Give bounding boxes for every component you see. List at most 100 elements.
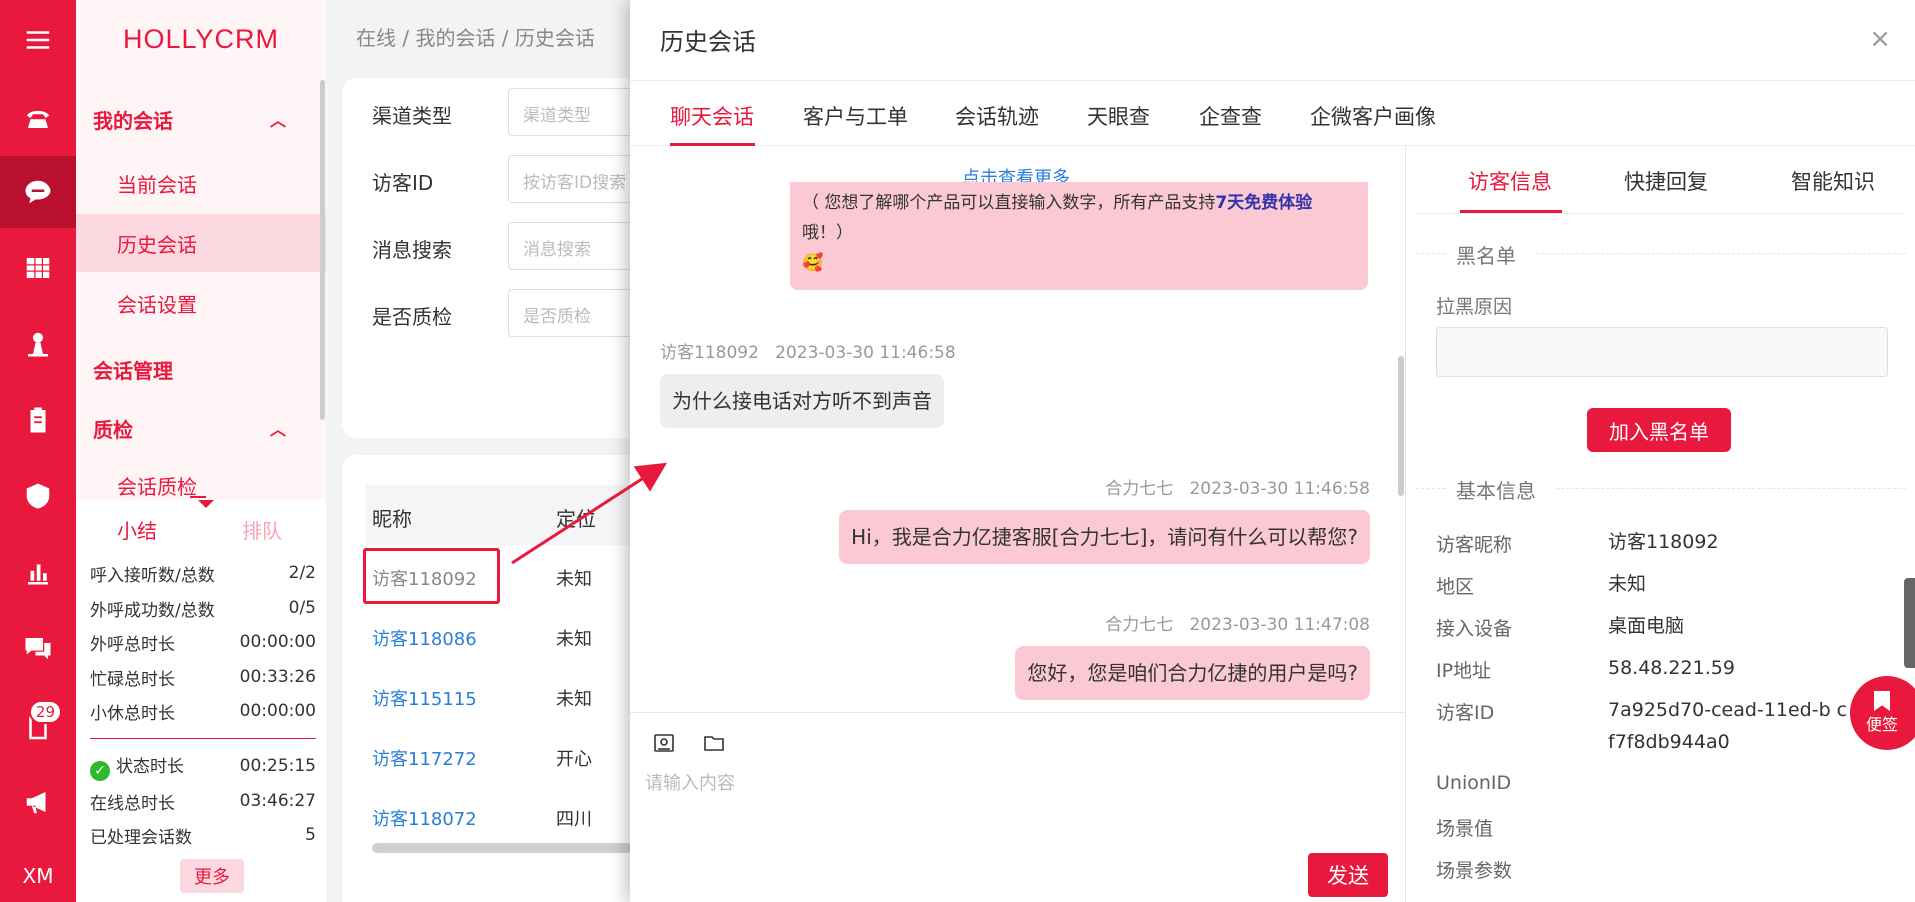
stat-row: 外呼总时长 00:00:00 xyxy=(90,632,316,655)
field-value: 桌面电脑 xyxy=(1608,615,1685,637)
stats-panel: 小结 排队 呼入接听数/总数 2/2 外呼成功数/总数 0/5 外呼总时长 00:00… xyxy=(76,496,326,902)
field-label: 接入设备 xyxy=(1436,618,1513,640)
menu-group-session-management[interactable]: 会话管理 xyxy=(76,344,326,394)
field-label: 场景值 xyxy=(1436,818,1494,840)
field-label: 访客昵称 xyxy=(1436,534,1513,556)
menu-group-quality[interactable]: 质检 ︿ xyxy=(76,403,326,453)
collapse-caret-icon[interactable] xyxy=(198,500,214,508)
tab-qichacha[interactable]: 企查查 xyxy=(1199,101,1262,131)
filter-label-message: 消息搜索 xyxy=(372,238,452,262)
edge-handle[interactable] xyxy=(1904,578,1915,668)
menu-group-label: 会话管理 xyxy=(93,358,173,383)
user-initials[interactable]: XM xyxy=(0,840,76,902)
shield-icon[interactable] xyxy=(0,460,76,532)
folder-icon[interactable] xyxy=(702,731,728,757)
menu-group-my-sessions[interactable]: 我的会话 ︿ xyxy=(76,94,326,144)
tab-chat-session[interactable]: 聊天会话 xyxy=(670,101,754,131)
table-horizontal-scrollbar[interactable] xyxy=(372,843,632,853)
table-row-nick[interactable]: 访客115115 xyxy=(372,685,477,711)
close-icon[interactable]: × xyxy=(1869,24,1891,54)
book-icon[interactable]: 29 xyxy=(0,692,76,764)
chat-icon[interactable] xyxy=(0,156,76,228)
field-value: 未知 xyxy=(1608,573,1647,595)
stat-row: 在线总时长 03:46:27 xyxy=(90,791,316,814)
field-label: UnionID xyxy=(1436,772,1512,794)
drawer-title: 历史会话 xyxy=(660,28,756,56)
sticky-note-label: 便签 xyxy=(1865,715,1898,734)
stat-row-status: ✓ 状态时长 00:25:15 xyxy=(90,750,316,782)
tab-quick-reply[interactable]: 快捷回复 xyxy=(1624,166,1708,196)
megaphone-icon[interactable] xyxy=(0,766,76,838)
caret-bar xyxy=(190,496,206,498)
message-bubble-agent: Hi，我是合力亿捷客服[合力七七]，请问有什么可以帮您? xyxy=(839,510,1370,564)
drawer-tabs: 聊天会话 客户与工单 会话轨迹 天眼查 企查查 企微客户画像 xyxy=(630,80,1915,146)
tab-queue[interactable]: 排队 xyxy=(242,515,282,544)
tab-wecom-profile[interactable]: 企微客户画像 xyxy=(1310,101,1436,131)
table-row-nick[interactable]: 访客117272 xyxy=(372,745,477,771)
message-meta: 合力七七 2023-03-30 11:46:58 xyxy=(1105,479,1370,499)
image-upload-icon[interactable] xyxy=(652,731,678,757)
stat-row: 忙碌总时长 00:33:26 xyxy=(90,667,316,690)
add-blacklist-button[interactable]: 加入黑名单 xyxy=(1587,408,1731,452)
tab-tianyancha[interactable]: 天眼查 xyxy=(1087,101,1150,131)
field-label: IP地址 xyxy=(1436,660,1492,682)
tab-visitor-info[interactable]: 访客信息 xyxy=(1468,166,1552,196)
table-row-nick[interactable]: 访客118086 xyxy=(372,625,477,651)
message-meta: 合力七七 2023-03-30 11:47:08 xyxy=(1105,615,1370,635)
brand-logo: HOLLYCRM xyxy=(122,23,280,54)
field-value: 访客118092 xyxy=(1608,531,1719,553)
column-header: 昵称 xyxy=(372,507,412,531)
stat-row: 外呼成功数/总数 0/5 xyxy=(90,598,316,621)
menu-item-session-quality[interactable]: 会话质检 xyxy=(76,462,326,500)
filter-label-visitor-id: 访客ID xyxy=(372,171,434,195)
menu-item-current-session[interactable]: 当前会话 xyxy=(76,154,326,212)
menu-group-label: 我的会话 xyxy=(93,108,173,133)
message-bubble-visitor: 为什么接电话对方听不到声音 xyxy=(660,374,944,428)
message-meta: 访客118092 2023-03-30 11:46:58 xyxy=(660,343,956,363)
phone-icon[interactable] xyxy=(0,82,76,154)
chevron-up-icon: ︿ xyxy=(269,420,286,439)
grid-icon[interactable] xyxy=(0,232,76,304)
bookmark-icon xyxy=(1874,691,1890,711)
chevron-up-icon: ︿ xyxy=(269,111,286,130)
messages-icon[interactable] xyxy=(0,612,76,684)
clipboard-icon[interactable] xyxy=(0,384,76,456)
visitor-info-panel: 访客信息 快捷回复 智能知识 黑名单 拉黑原因 基本信息 访客昵称 访客1180… xyxy=(1406,146,1915,902)
tab-summary[interactable]: 小结 xyxy=(117,515,157,544)
smile-emoji-icon: 🥰 xyxy=(802,253,824,273)
menu-item-session-settings[interactable]: 会话设置 xyxy=(76,274,326,332)
menu-group-label: 质检 xyxy=(93,417,133,442)
menu-toggle-icon[interactable] xyxy=(0,4,76,76)
send-button[interactable]: 发送 xyxy=(1308,853,1388,897)
highlight-annotation xyxy=(363,548,500,604)
filter-label-quality: 是否质检 xyxy=(372,305,452,329)
stat-row: 小休总时长 00:00:00 xyxy=(90,701,316,724)
more-button[interactable]: 更多 xyxy=(180,859,244,893)
left-rail: 29 XM xyxy=(0,0,76,902)
tab-divider xyxy=(1416,213,1906,214)
column-header: 定位 xyxy=(556,507,596,531)
section-divider xyxy=(1556,488,1906,489)
table-row-nick[interactable]: 访客118072 xyxy=(372,805,477,831)
sticky-note-button[interactable]: 便签 xyxy=(1850,676,1915,750)
notification-badge: 29 xyxy=(28,700,62,724)
table-row-loc: 未知 xyxy=(556,629,592,650)
message-composer: 请输入内容 发送 xyxy=(630,712,1405,902)
table-row-loc: 未知 xyxy=(556,569,592,590)
tab-smart-knowledge[interactable]: 智能知识 xyxy=(1791,166,1875,196)
table-row-loc: 未知 xyxy=(556,689,592,710)
sidebar-scrollbar[interactable] xyxy=(320,80,325,420)
message-input[interactable]: 请输入内容 xyxy=(645,769,735,795)
section-divider xyxy=(1416,253,1446,254)
tab-session-trail[interactable]: 会话轨迹 xyxy=(955,101,1039,131)
chat-scrollbar[interactable] xyxy=(1398,356,1404,496)
tab-customer-ticket[interactable]: 客户与工单 xyxy=(803,101,908,131)
table-row-loc: 开心 xyxy=(556,749,592,770)
bar-chart-icon[interactable] xyxy=(0,536,76,608)
user-pin-icon[interactable] xyxy=(0,308,76,380)
menu-item-history-session[interactable]: 历史会话 xyxy=(76,214,326,272)
section-divider xyxy=(1536,253,1906,254)
reason-label: 拉黑原因 xyxy=(1436,296,1513,318)
blacklist-reason-input[interactable] xyxy=(1436,327,1888,377)
field-value: 7a925d70-cead-11ed-b cf7f8db944a0 xyxy=(1608,699,1848,753)
